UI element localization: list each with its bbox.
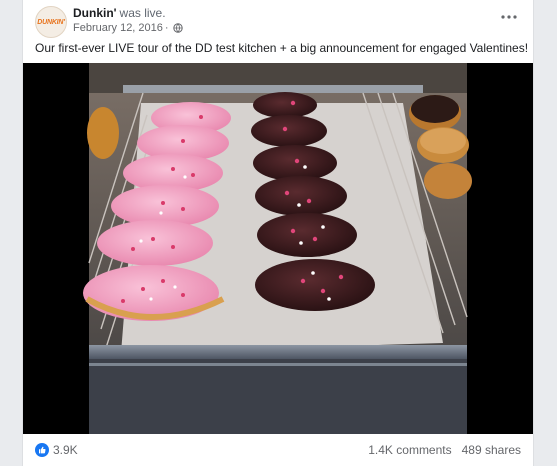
page-avatar[interactable]: DUNKIN' [35,6,67,38]
live-status: was live. [119,6,166,20]
video-frame [23,63,533,434]
comments-count-link[interactable]: 1.4K comments [368,443,451,457]
more-options-button[interactable] [497,8,521,26]
post-header: DUNKIN' Dunkin' was live. February 12, 20… [35,4,521,38]
post-text: Our first-ever LIVE tour of the DD test … [35,41,529,55]
post-card: DUNKIN' Dunkin' was live. February 12, 20… [22,0,534,466]
dunkin-logo: DUNKIN' [37,18,65,26]
page-name-link[interactable]: Dunkin' [73,6,117,20]
author-line: Dunkin' was live. [73,6,183,21]
globe-icon [172,23,183,33]
post-date[interactable]: February 12, 2016 [73,21,163,35]
date-separator: · [164,22,169,34]
engagement-counts: 1.4K comments 489 shares [368,443,521,457]
reactions-count: 3.9K [53,443,78,457]
post-footer: 3.9K 1.4K comments 489 shares [35,436,521,464]
post-meta: Dunkin' was live. February 12, 2016 · [73,6,183,35]
date-line: February 12, 2016 · [73,21,183,35]
shares-count-link[interactable]: 489 shares [462,443,521,457]
reactions-summary[interactable]: 3.9K [35,443,78,457]
live-video[interactable] [23,63,533,434]
like-icon [35,443,49,457]
more-options-icon [501,15,517,19]
